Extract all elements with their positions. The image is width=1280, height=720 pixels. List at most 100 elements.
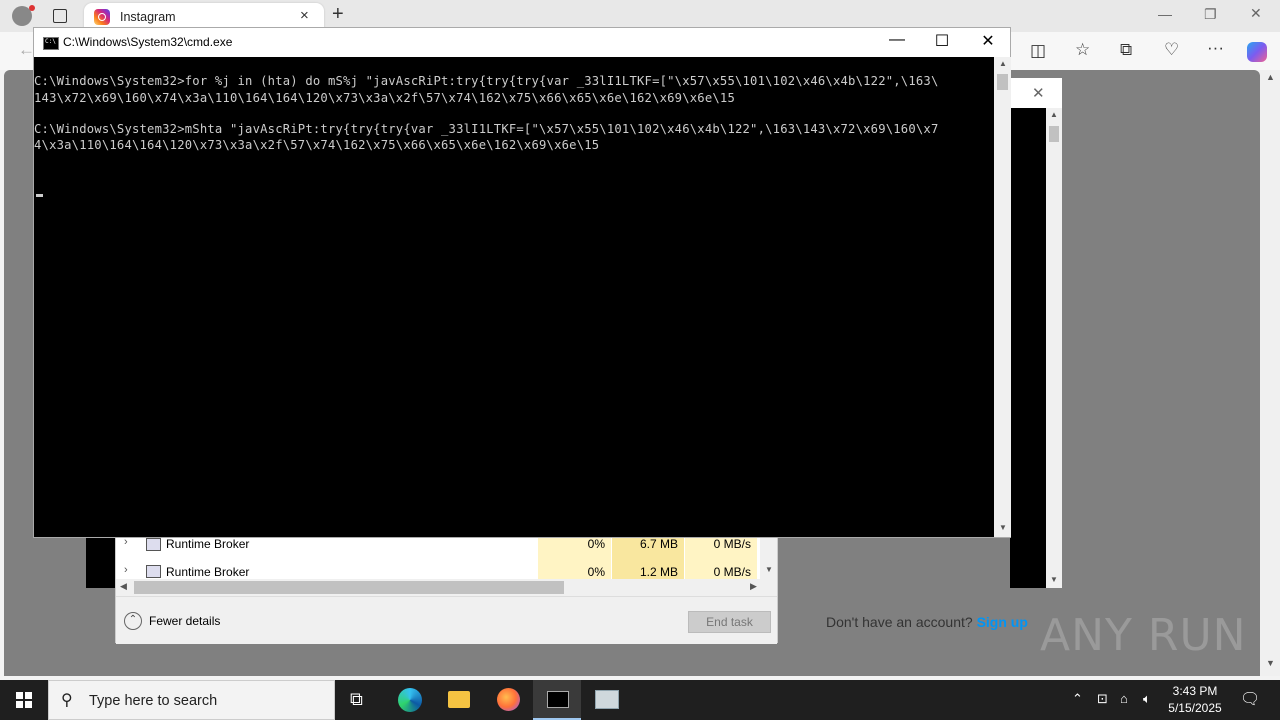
vertical-scrollbar[interactable]: ▼ — [760, 531, 777, 579]
console-line: C:\Windows\System32>for %j in (hta) do m… — [34, 74, 939, 88]
scroll-down-icon[interactable]: ▼ — [999, 523, 1007, 532]
cmd-logo — [547, 691, 569, 708]
clock-date: 5/15/2025 — [1168, 701, 1222, 715]
task-manager-footer: ⌃ Fewer details End task — [116, 596, 777, 644]
expand-icon[interactable]: › — [124, 564, 128, 576]
console-line: 4\x3a\110\164\164\120\x73\x3a\x2f\57\x74… — [34, 138, 600, 152]
start-pane — [16, 692, 23, 699]
file-explorer-icon[interactable] — [435, 680, 483, 720]
chevron-up-icon[interactable]: ⌃ — [124, 612, 142, 630]
close-window-icon[interactable]: ✕ — [1250, 5, 1262, 22]
start-pane — [25, 701, 32, 708]
minimize-icon[interactable]: — — [1158, 6, 1172, 22]
fewer-details-button[interactable]: Fewer details — [149, 614, 220, 628]
cmd-console[interactable]: C:\Windows\System32>for %j in (hta) do m… — [34, 57, 994, 537]
scroll-thumb[interactable] — [997, 74, 1008, 90]
scroll-right-icon[interactable]: ▶ — [750, 581, 757, 592]
cmd-icon — [43, 37, 59, 50]
process-icon — [146, 565, 161, 578]
favorites-icon[interactable]: ☆ — [1075, 40, 1090, 60]
signup-prompt-text: Don't have an account? — [826, 614, 973, 630]
process-name: Runtime Broker — [166, 565, 250, 579]
scroll-thumb[interactable] — [1049, 126, 1059, 142]
firefox-icon[interactable] — [484, 680, 532, 720]
task-manager-taskbar-icon[interactable] — [582, 680, 630, 720]
start-pane — [25, 692, 32, 699]
table-row[interactable]: › Runtime Broker 0% 1.2 MB 0 MB/s — [116, 559, 757, 579]
scroll-up-icon[interactable]: ▲ — [999, 59, 1007, 68]
start-pane — [16, 701, 23, 708]
end-task-button[interactable]: End task — [688, 611, 771, 633]
background-close-icon[interactable]: ✕ — [1032, 84, 1045, 102]
scroll-up-icon[interactable]: ▲ — [1266, 72, 1275, 82]
process-icon — [146, 538, 161, 551]
background-window-scrollbar[interactable]: ▲ ▼ — [1046, 108, 1062, 588]
search-icon: ⚲ — [61, 692, 73, 709]
taskbar-search[interactable]: ⚲ Type here to search — [48, 680, 335, 720]
memory-value: 6.7 MB — [639, 537, 678, 551]
memory-cell: 1.2 MB — [612, 559, 684, 579]
taskbar-clock[interactable]: 3:43 PM 5/15/2025 — [1160, 683, 1230, 717]
edge-logo — [398, 688, 422, 712]
edge-icon[interactable] — [386, 680, 434, 720]
network-icon[interactable]: ⊡ — [1097, 691, 1108, 707]
minimize-icon[interactable]: — — [874, 31, 920, 49]
console-line: C:\Windows\System32>mShta "javAscRiPt:tr… — [34, 122, 939, 136]
notification-dot — [29, 5, 35, 11]
cmd-title: C:\Windows\System32\cmd.exe — [63, 35, 233, 49]
scroll-up-icon[interactable]: ▲ — [1050, 110, 1058, 119]
scroll-thumb[interactable] — [134, 581, 564, 594]
task-manager-window: › Runtime Broker 0% 6.7 MB 0 MB/s › Runt… — [115, 530, 778, 644]
volume-icon[interactable]: 🔈︎ — [1143, 691, 1151, 707]
clock-time: 3:43 PM — [1172, 684, 1218, 698]
instagram-icon — [94, 9, 110, 25]
task-view-icon[interactable]: ⧉ — [336, 680, 384, 720]
background-window-edge — [86, 538, 116, 588]
more-options-icon[interactable]: ··· — [1207, 38, 1224, 58]
cpu-value: 0% — [587, 565, 605, 579]
task-view-glyph: ⧉ — [350, 689, 363, 709]
cpu-value: 0% — [587, 537, 605, 551]
split-screen-icon[interactable]: ◫ — [1030, 41, 1046, 61]
chevron-up-icon[interactable]: ⌃ — [1072, 691, 1083, 707]
browser-scrollbar[interactable]: ▲ ▼ — [1260, 70, 1280, 676]
cmd-taskbar-icon[interactable] — [533, 680, 581, 720]
close-tab-icon[interactable]: × — [300, 7, 309, 24]
close-window-icon[interactable]: ✕ — [965, 31, 1011, 51]
folder-logo — [448, 691, 470, 708]
horizontal-scrollbar[interactable]: ◀ ▶ — [116, 579, 777, 596]
anyrun-watermark: ANY RUN — [1040, 610, 1247, 661]
windows-start-icon[interactable] — [16, 692, 32, 708]
scroll-left-icon[interactable]: ◀ — [120, 581, 127, 592]
cpu-cell: 0% — [538, 559, 611, 579]
scroll-down-icon[interactable]: ▼ — [1266, 658, 1275, 668]
signup-prompt: Don't have an account? Sign up — [826, 614, 1028, 630]
copilot-icon[interactable] — [1247, 42, 1267, 62]
notifications-icon[interactable]: 🗨︎ — [1240, 689, 1260, 709]
tab-title: Instagram — [120, 10, 176, 24]
maximize-icon[interactable]: ☐ — [919, 31, 965, 51]
new-tab-button[interactable]: + — [332, 3, 344, 26]
scroll-down-icon[interactable]: ▼ — [1050, 575, 1058, 584]
signup-link[interactable]: Sign up — [977, 614, 1028, 630]
cmd-window[interactable]: C:\Windows\System32\cmd.exe — ☐ ✕ C:\Win… — [33, 27, 1011, 538]
taskbar: ⚲ Type here to search ⧉ ⌃ ⊡ ⌂ 🔈︎ 3:43 PM… — [0, 680, 1280, 720]
console-line: 143\x72\x69\160\x74\x3a\110\164\164\120\… — [34, 91, 735, 105]
firefox-logo — [497, 688, 520, 711]
scroll-down-icon[interactable]: ▼ — [765, 565, 773, 574]
wifi-icon[interactable]: ⌂ — [1120, 691, 1128, 706]
text-cursor — [36, 194, 43, 197]
restore-icon[interactable]: ❐ — [1204, 6, 1217, 23]
task-manager-logo — [595, 690, 619, 709]
background-window-titlebar: ✕ — [1010, 78, 1062, 108]
disk-cell: 0 MB/s — [685, 559, 757, 579]
collections-icon[interactable]: ⧉ — [1120, 40, 1132, 60]
disk-value: 0 MB/s — [713, 565, 751, 579]
search-placeholder: Type here to search — [89, 693, 218, 709]
cmd-scrollbar[interactable]: ▲ ▼ — [994, 57, 1011, 537]
process-name: Runtime Broker — [166, 537, 250, 551]
tab-actions-icon[interactable] — [53, 9, 67, 23]
browser-essentials-icon[interactable]: ♡ — [1164, 40, 1179, 60]
disk-value: 0 MB/s — [713, 537, 751, 551]
cmd-titlebar[interactable]: C:\Windows\System32\cmd.exe — ☐ ✕ — [34, 28, 1010, 57]
